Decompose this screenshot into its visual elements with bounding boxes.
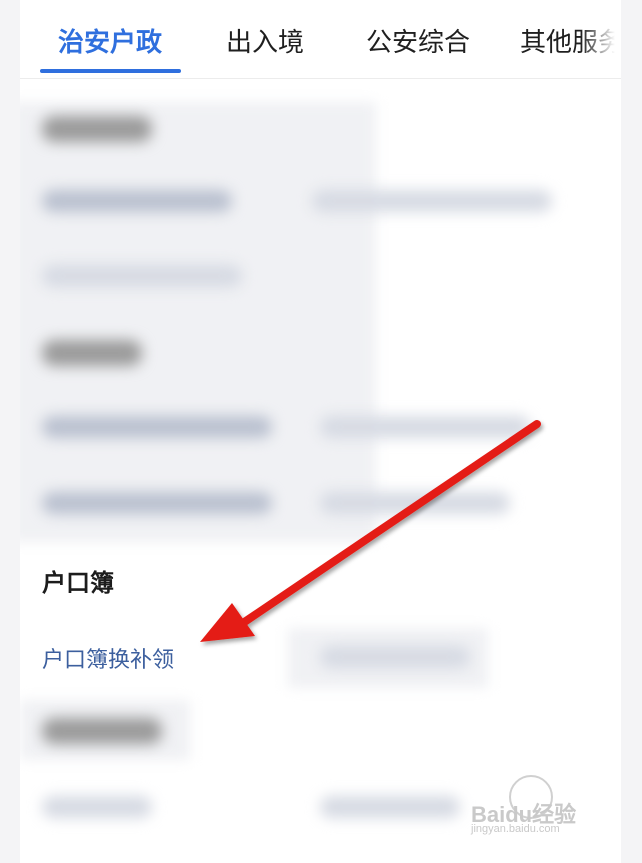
- red-annotation-arrow: [200, 420, 541, 642]
- arrow-shaft: [236, 420, 541, 629]
